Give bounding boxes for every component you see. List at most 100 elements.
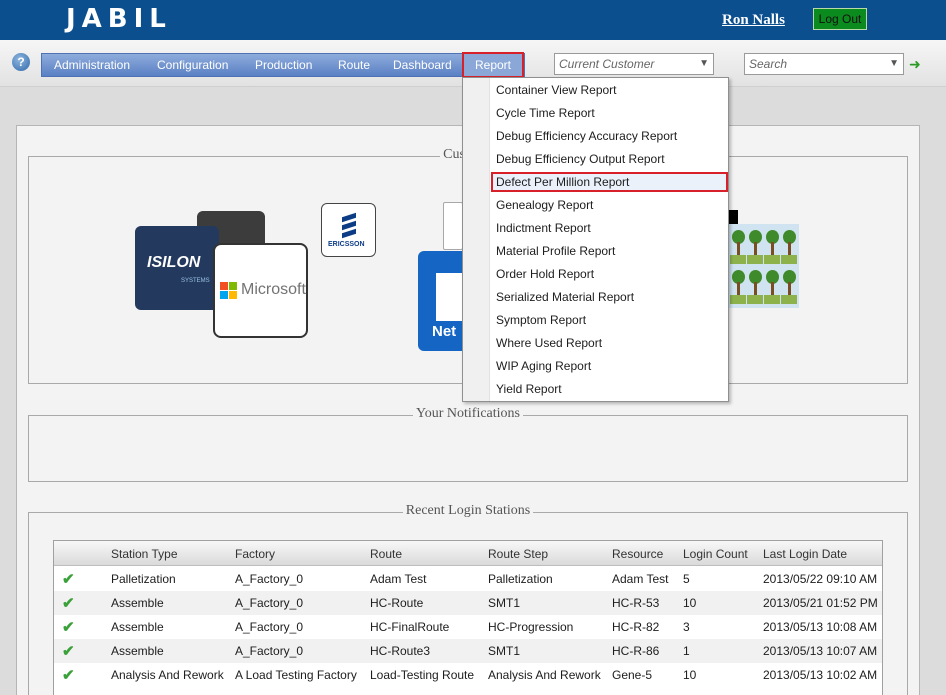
check-icon: ✔ <box>62 619 75 636</box>
chevron-down-icon: ▼ <box>889 58 899 69</box>
table-header: Station Type Factory Route Route Step Re… <box>54 541 882 566</box>
microsoft-grid-icon <box>220 282 238 300</box>
menu-dashboard[interactable]: Dashboard <box>393 54 452 76</box>
menu-report[interactable]: Report <box>462 52 524 78</box>
report-item-genealogy[interactable]: Genealogy Report <box>496 195 593 215</box>
search-select[interactable]: Search ▼ <box>744 53 904 75</box>
report-item-symptom[interactable]: Symptom Report <box>496 310 586 330</box>
isilon-logo-text: ISILON <box>147 254 201 271</box>
report-item-yield[interactable]: Yield Report <box>496 379 562 399</box>
stations-title: Recent Login Stations <box>402 503 534 518</box>
cell-route: HC-FinalRoute <box>370 620 450 634</box>
cell-factory: A Load Testing Factory <box>235 668 357 682</box>
report-item-wip-aging[interactable]: WIP Aging Report <box>496 356 591 376</box>
report-item-debug-accuracy[interactable]: Debug Efficiency Accuracy Report <box>496 126 677 146</box>
logout-button[interactable]: Log Out <box>813 8 867 30</box>
report-item-defect-per-million[interactable]: Defect Per Million Report <box>491 172 728 192</box>
table-row[interactable]: ✔ Assemble A_Factory_0 HC-Route3 SMT1 HC… <box>54 639 882 663</box>
cell-last-login: 2013/05/13 10:08 AM <box>763 620 878 634</box>
check-icon: ✔ <box>62 571 75 588</box>
report-item-cycle-time[interactable]: Cycle Time Report <box>496 103 595 123</box>
menu-administration[interactable]: Administration <box>54 54 130 76</box>
table-row[interactable]: ✔ Assemble A_Factory_0 HC-Route SMT1 HC-… <box>54 591 882 615</box>
col-route-step[interactable]: Route Step <box>488 547 548 561</box>
cell-factory: A_Factory_0 <box>235 596 304 610</box>
customer-logo-microsoft[interactable]: Microsoft <box>213 243 308 338</box>
cell-last-login: 2013/05/13 10:02 AM <box>763 668 878 682</box>
menu-production[interactable]: Production <box>255 54 312 76</box>
check-icon: ✔ <box>62 667 75 684</box>
customer-logo-black <box>729 210 738 224</box>
report-item-container-view[interactable]: Container View Report <box>496 80 617 100</box>
current-customer-select[interactable]: Current Customer ▼ <box>554 53 714 75</box>
cell-factory: A_Factory_0 <box>235 620 304 634</box>
cell-resource: HC-R-53 <box>612 596 660 610</box>
cell-station-type: Palletization <box>111 572 176 586</box>
customer-logo-trees[interactable] <box>729 224 799 308</box>
cell-route: HC-Route <box>370 596 424 610</box>
ericsson-bars-icon <box>342 212 356 239</box>
help-icon[interactable]: ? <box>12 53 30 71</box>
cell-factory: A_Factory_0 <box>235 644 304 658</box>
user-name-link[interactable]: Ron Nalls <box>722 12 785 29</box>
table-row[interactable]: ✔ Assemble A_Factory_0 HC-FinalRoute HC-… <box>54 615 882 639</box>
customer-logo-isilon[interactable]: ISILON SYSTEMS <box>135 226 219 310</box>
cell-last-login: 2013/05/21 01:52 PM <box>763 596 878 610</box>
col-login-count[interactable]: Login Count <box>683 547 748 561</box>
col-factory[interactable]: Factory <box>235 547 275 561</box>
customer-logo-net[interactable]: Net <box>418 251 464 351</box>
chevron-down-icon: ▼ <box>699 58 709 69</box>
cell-station-type: Analysis And Rework <box>111 668 224 682</box>
check-icon: ✔ <box>62 643 75 660</box>
menu-route[interactable]: Route <box>338 54 370 76</box>
col-last-login-date[interactable]: Last Login Date <box>763 547 847 561</box>
cell-last-login: 2013/05/13 10:07 AM <box>763 644 878 658</box>
cell-login-count: 10 <box>683 596 697 610</box>
cell-resource: HC-R-82 <box>612 620 660 634</box>
current-customer-value: Current Customer <box>559 57 655 71</box>
cell-route: Load-Testing Route <box>370 668 475 682</box>
cell-resource: HC-R-86 <box>612 644 660 658</box>
net-logo-text: Net <box>432 323 457 340</box>
report-item-indictment[interactable]: Indictment Report <box>496 218 591 238</box>
report-item-serialized-material[interactable]: Serialized Material Report <box>496 287 634 307</box>
top-header: JABIL Ron Nalls Log Out <box>0 0 946 40</box>
customer-logo-globe[interactable] <box>443 202 463 250</box>
report-item-where-used[interactable]: Where Used Report <box>496 333 602 353</box>
search-value: Search <box>749 57 788 71</box>
isilon-logo-subtext: SYSTEMS <box>181 278 210 284</box>
cell-resource: Adam Test <box>612 572 669 586</box>
main-menu: Administration Configuration Production … <box>41 52 525 78</box>
notifications-section: Your Notifications <box>28 406 908 482</box>
col-route[interactable]: Route <box>370 547 402 561</box>
ericsson-logo-text: ERICSSON <box>328 241 365 248</box>
cell-route-step: Analysis And Rework <box>488 668 601 682</box>
cell-route-step: HC-Progression <box>488 620 574 634</box>
cell-factory: A_Factory_0 <box>235 572 304 586</box>
report-item-order-hold[interactable]: Order Hold Report <box>496 264 594 284</box>
cell-station-type: Assemble <box>111 620 164 634</box>
notifications-title: Your Notifications <box>413 406 523 421</box>
report-item-debug-output[interactable]: Debug Efficiency Output Report <box>496 149 665 169</box>
check-icon: ✔ <box>62 595 75 612</box>
table-row[interactable]: ✔ Analysis And Rework A Load Testing Fac… <box>54 663 882 687</box>
cell-route: HC-Route3 <box>370 644 431 658</box>
report-item-material-profile[interactable]: Material Profile Report <box>496 241 615 261</box>
menu-configuration[interactable]: Configuration <box>157 54 228 76</box>
cell-station-type: Assemble <box>111 596 164 610</box>
cell-resource: Gene-5 <box>612 668 653 682</box>
report-dropdown-menu: Container View Report Cycle Time Report … <box>462 77 729 402</box>
cell-last-login: 2013/05/22 09:10 AM <box>763 572 878 586</box>
cell-login-count: 10 <box>683 668 697 682</box>
customer-logo-ericsson[interactable]: ERICSSON <box>321 203 376 257</box>
col-station-type[interactable]: Station Type <box>111 547 178 561</box>
cell-login-count: 5 <box>683 572 690 586</box>
cell-route-step: Palletization <box>488 572 553 586</box>
jabil-logo: JABIL <box>66 4 172 34</box>
go-arrow-icon[interactable]: ➜ <box>909 56 921 73</box>
cell-route: Adam Test <box>370 572 427 586</box>
table-row[interactable]: ✔ Palletization A_Factory_0 Adam Test Pa… <box>54 567 882 591</box>
col-resource[interactable]: Resource <box>612 547 663 561</box>
cell-login-count: 1 <box>683 644 690 658</box>
stations-table: Station Type Factory Route Route Step Re… <box>53 540 883 695</box>
